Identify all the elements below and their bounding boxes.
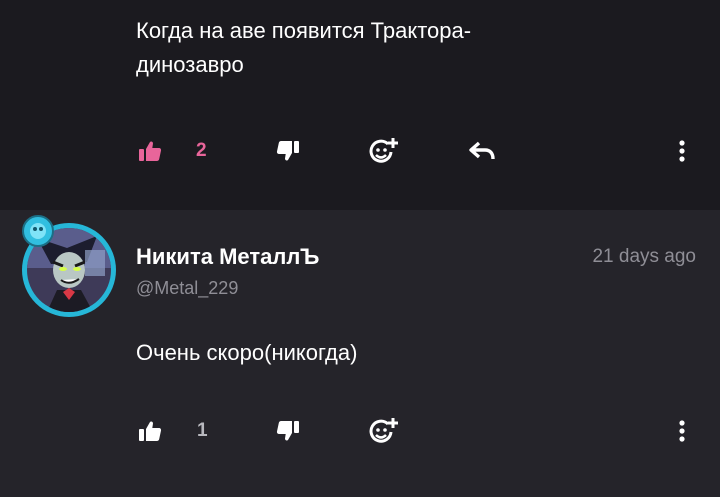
comment-1-text-line-1: Когда на аве появится Трактора- bbox=[136, 18, 472, 43]
add-emoji-icon[interactable] bbox=[367, 415, 401, 447]
more-options-icon[interactable] bbox=[672, 139, 692, 163]
comment-1-like-count: 2 bbox=[196, 140, 207, 161]
avatar-badge-icon bbox=[22, 215, 54, 247]
thumbs-down-icon[interactable] bbox=[274, 139, 302, 163]
comment-1: Когда на аве появится Трактора- динозавр… bbox=[0, 0, 720, 210]
comment-2-like-count: 1 bbox=[197, 420, 208, 441]
comment-1-actions: 2 bbox=[0, 131, 720, 171]
comment-2-text: Очень скоро(никогда) bbox=[136, 340, 358, 365]
comment-author-name[interactable]: Никита МеталлЪ bbox=[136, 244, 319, 270]
comment-2-actions: 1 bbox=[0, 411, 720, 451]
more-options-icon[interactable] bbox=[672, 419, 692, 443]
comment-1-text-line-2: динозавро bbox=[136, 52, 244, 77]
comment-author-handle: @Metal_229 bbox=[136, 278, 239, 298]
thumbs-down-icon[interactable] bbox=[274, 419, 302, 443]
add-emoji-icon[interactable] bbox=[367, 135, 401, 167]
thumbs-up-icon[interactable] bbox=[136, 139, 164, 163]
comment-timestamp: 21 days ago bbox=[592, 246, 696, 267]
reply-icon[interactable] bbox=[467, 139, 497, 163]
thumbs-up-icon[interactable] bbox=[136, 419, 164, 443]
comment-1-text: Когда на аве появится Трактора- динозавр… bbox=[136, 14, 606, 82]
